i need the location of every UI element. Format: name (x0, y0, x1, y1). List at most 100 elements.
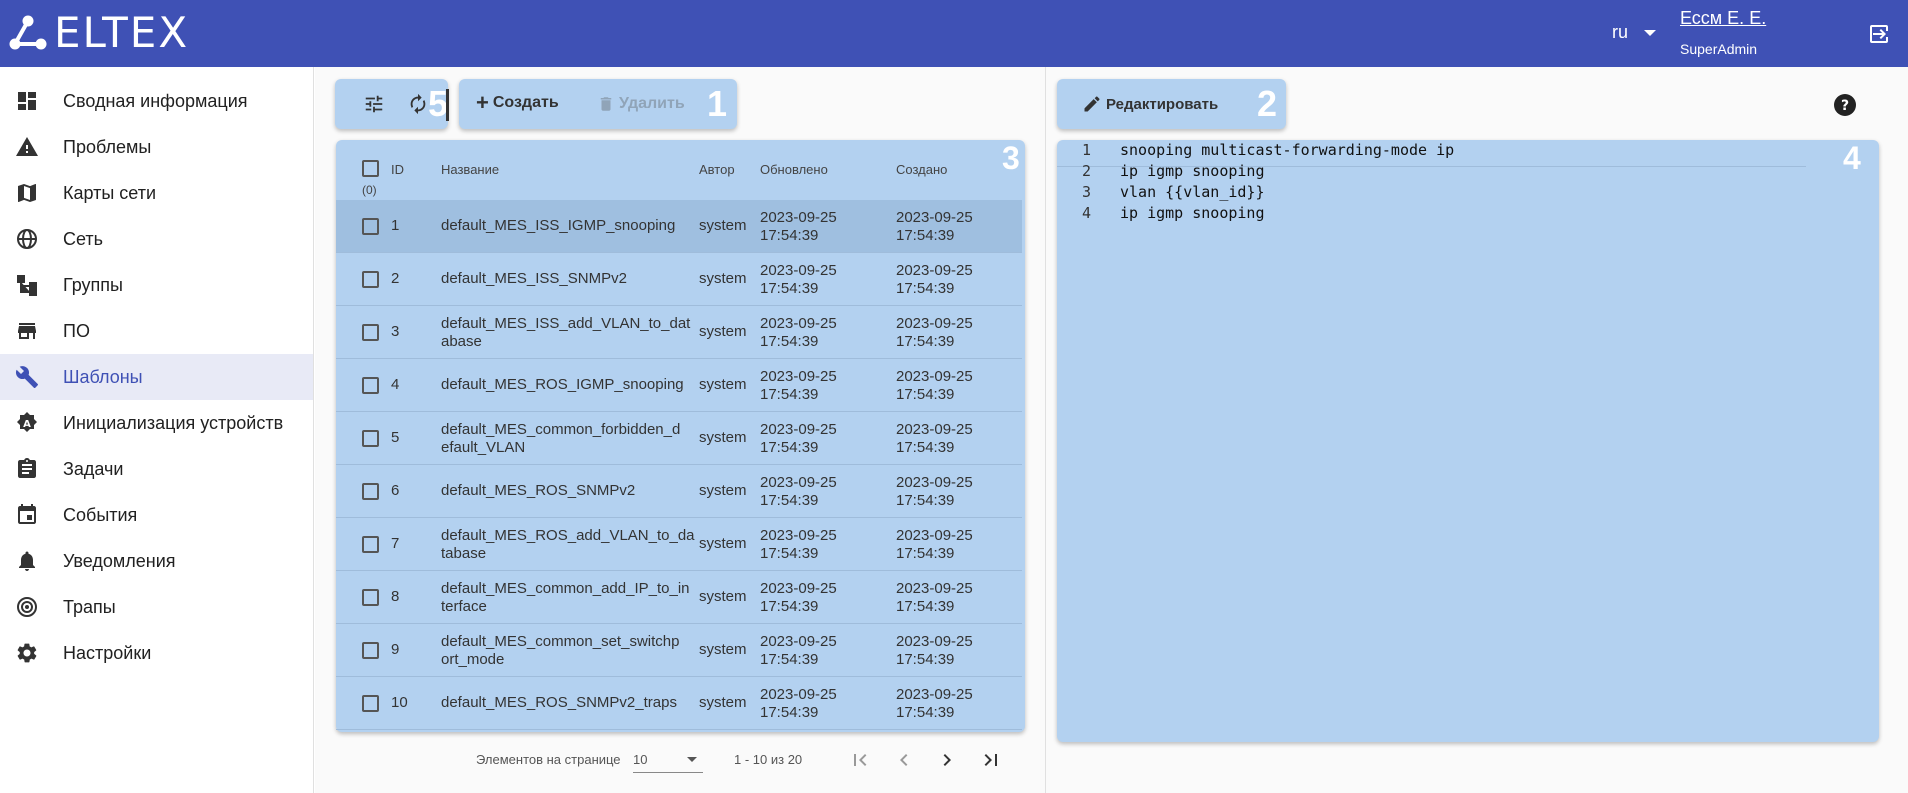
user-name-link[interactable]: Ессм Е. Е. (1680, 8, 1766, 29)
svg-text:?: ? (1841, 98, 1849, 114)
clipboard-icon (18, 458, 36, 478)
row-name: default_MES_ROS_add_VLAN_to_da (441, 527, 695, 544)
template-code-editor[interactable] (1057, 140, 1879, 742)
row-created-time: 17:54:39 (896, 651, 955, 668)
row-author: system (699, 376, 747, 393)
gear-icon (17, 643, 37, 663)
refresh-icon[interactable] (407, 93, 429, 115)
code-line[interactable]: vlan {{vlan_id}} (1120, 183, 1265, 201)
row-checkbox[interactable] (362, 695, 379, 712)
last-page-icon[interactable] (979, 748, 1003, 772)
language-selector[interactable]: ru (1612, 22, 1657, 43)
row-created-date: 2023-09-25 (896, 368, 973, 385)
row-updated-date: 2023-09-25 (760, 527, 837, 544)
row-updated-date: 2023-09-25 (760, 368, 837, 385)
help-icon[interactable]: ? (1833, 93, 1857, 117)
sidebar-item-label: Проблемы (63, 136, 152, 157)
row-checkbox[interactable] (362, 430, 379, 447)
sidebar-item-label: Шаблоны (63, 366, 143, 387)
row-checkbox[interactable] (362, 642, 379, 659)
row-updated-time: 17:54:39 (760, 651, 819, 668)
row-name: default_MES_common_forbidden_d (441, 421, 681, 438)
row-created-date: 2023-09-25 (896, 421, 973, 438)
sidebar-item-problems[interactable]: Проблемы (0, 124, 313, 170)
delete-button[interactable]: Удалить (597, 94, 685, 114)
column-header-id[interactable]: ID (391, 162, 404, 177)
next-page-icon[interactable] (935, 748, 959, 772)
select-all-checkbox[interactable] (362, 160, 379, 177)
row-checkbox[interactable] (362, 218, 379, 235)
row-name: default_MES_common_set_switchp (441, 633, 680, 650)
annotation-badge-4: 4 (1843, 140, 1861, 176)
row-updated-time: 17:54:39 (760, 333, 819, 350)
code-line[interactable]: ip igmp snooping (1120, 204, 1265, 222)
pencil-icon (1084, 96, 1100, 112)
sidebar-item-network[interactable]: Сеть (0, 216, 313, 262)
hierarchy-icon (17, 275, 37, 296)
row-checkbox[interactable] (362, 271, 379, 288)
row-checkbox[interactable] (362, 536, 379, 553)
sidebar-item-notifications[interactable]: Уведомления (0, 538, 313, 584)
wrench-icon (15, 366, 38, 388)
edit-button[interactable]: Редактировать (1082, 94, 1218, 114)
sidebar-item-label: Сводная информация (63, 90, 248, 111)
row-author: system (699, 535, 747, 552)
toolbar-divider (446, 89, 449, 121)
code-line[interactable]: ip igmp snooping (1120, 162, 1265, 180)
code-line[interactable]: snooping multicast-forwarding-mode ip (1120, 141, 1454, 159)
filter-settings-icon[interactable] (363, 93, 385, 115)
row-updated-time: 17:54:39 (760, 704, 819, 721)
first-page-icon[interactable] (848, 748, 872, 772)
code-line-number: 1 (1082, 141, 1092, 159)
store-icon (18, 323, 36, 339)
row-name: default_MES_common_add_IP_to_in (441, 580, 690, 597)
row-updated-time: 17:54:39 (760, 492, 819, 509)
row-checkbox[interactable] (362, 324, 379, 341)
trash-icon (600, 97, 612, 111)
logout-icon[interactable] (1866, 22, 1892, 46)
sidebar-item-settings[interactable]: Настройки (0, 630, 313, 676)
row-updated-time: 17:54:39 (760, 598, 819, 615)
sidebar-item-label: Уведомления (63, 550, 176, 571)
sidebar-item-network-maps[interactable]: Карты сети (0, 170, 313, 216)
selected-count: (0) (362, 183, 377, 197)
column-header-created[interactable]: Создано (896, 162, 947, 177)
row-name: default_MES_ISS_IGMP_snooping (441, 217, 676, 234)
row-checkbox[interactable] (362, 377, 379, 394)
row-created-time: 17:54:39 (896, 386, 955, 403)
row-author: system (699, 217, 747, 234)
row-checkbox[interactable] (362, 483, 379, 500)
row-updated-date: 2023-09-25 (760, 633, 837, 650)
per-page-select[interactable]: 10 (633, 745, 703, 773)
row-author: system (699, 323, 747, 340)
sidebar-item-groups[interactable]: Группы (0, 262, 313, 308)
sidebar-item-templates[interactable]: Шаблоны (0, 354, 313, 400)
row-id: 8 (391, 588, 400, 605)
row-created-date: 2023-09-25 (896, 315, 973, 332)
previous-page-icon[interactable] (892, 748, 916, 772)
sidebar-item-traps[interactable]: Трапы (0, 584, 313, 630)
row-id: 2 (391, 270, 400, 287)
sidebar-item-label: Сеть (63, 228, 104, 249)
sidebar-item-label: Трапы (63, 596, 116, 617)
per-page-value: 10 (633, 752, 648, 767)
sidebar-item-tasks[interactable]: Задачи (0, 446, 313, 492)
column-header-name[interactable]: Название (441, 162, 499, 177)
row-checkbox[interactable] (362, 589, 379, 606)
auto-badge-icon: A (17, 412, 37, 432)
create-button[interactable]: + Создать (476, 92, 559, 114)
sidebar-item-device-init[interactable]: A Инициализация устройств (0, 400, 313, 446)
eltex-logo[interactable]: ELTEX (8, 12, 189, 54)
row-created-time: 17:54:39 (896, 439, 955, 456)
sidebar-item-software[interactable]: ПО (0, 308, 313, 354)
sidebar-item-events[interactable]: События (0, 492, 313, 538)
globe-icon (17, 229, 37, 249)
row-created-date: 2023-09-25 (896, 633, 973, 650)
list-actions-group: + Создать Удалить 1 (459, 79, 737, 129)
sidebar-item-dashboard[interactable]: Сводная информация (0, 78, 313, 124)
column-header-author[interactable]: Автор (699, 162, 735, 177)
page-range: 1 - 10 из 20 (734, 752, 803, 767)
column-header-updated[interactable]: Обновлено (760, 162, 828, 177)
row-id: 5 (391, 429, 400, 446)
top-app-bar: ELTEX ru Ессм Е. Е. SuperAdmin (0, 0, 1908, 67)
